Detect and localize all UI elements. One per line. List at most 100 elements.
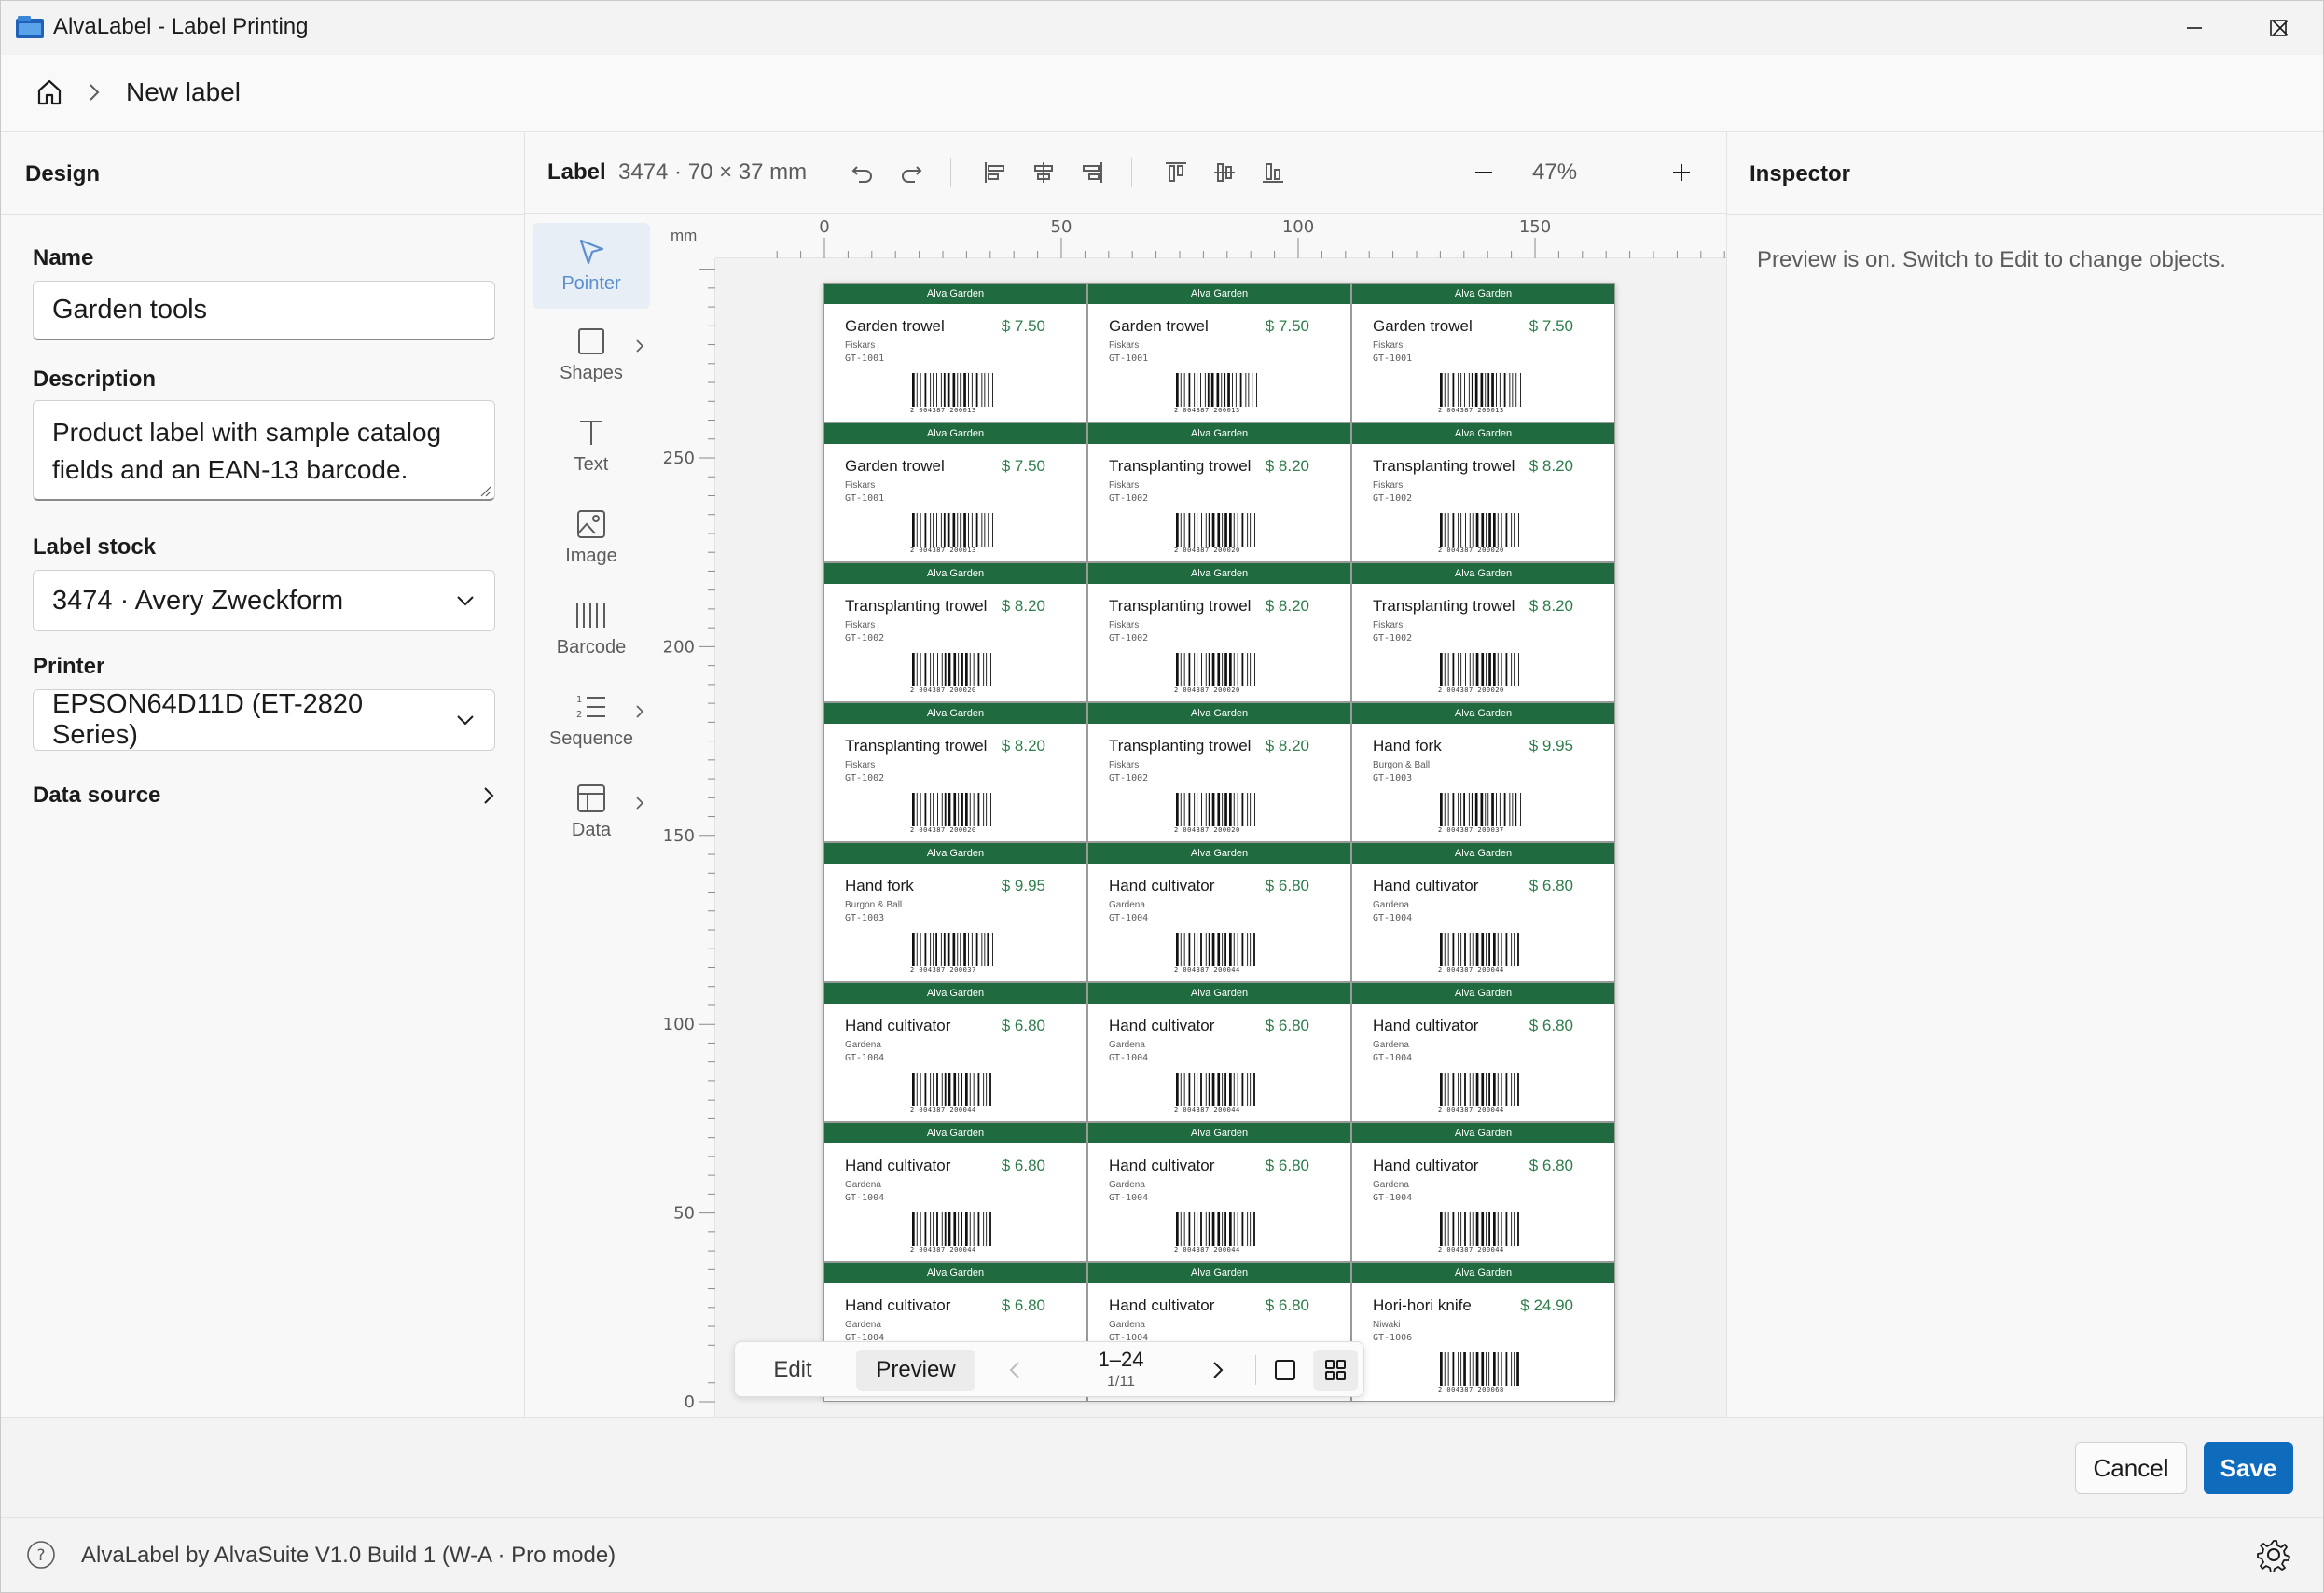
label-card[interactable]: Alva Garden Transplanting trowel $ 8.20 Fis… — [1087, 422, 1351, 562]
label-card[interactable]: Alva Garden Hand cultivator $ 6.80 Gardena G… — [1087, 982, 1351, 1122]
label-brand-band: Alva Garden — [824, 563, 1086, 584]
label-price: $ 6.80 — [1265, 1157, 1309, 1174]
label-stock-select[interactable]: 3474 · Avery Zweckform — [33, 570, 495, 631]
description-input[interactable]: Product label with sample catalog fields… — [33, 400, 495, 501]
label-sheet[interactable]: Alva Garden Garden trowel $ 7.50 Fiskars GT-… — [823, 283, 1615, 1402]
label-brand: Gardena — [1373, 1180, 1409, 1190]
label-card[interactable]: Alva Garden Hand cultivator $ 6.80 Gardena G… — [1351, 982, 1615, 1122]
align-top-button[interactable] — [1159, 156, 1193, 189]
label-product-name: Hand cultivator — [845, 1017, 951, 1034]
label-price: $ 6.80 — [1001, 1157, 1045, 1174]
label-price: $ 8.20 — [1001, 597, 1045, 615]
label-brand-band: Alva Garden — [824, 1263, 1086, 1283]
edit-button[interactable]: Edit — [744, 1350, 841, 1391]
align-center-button[interactable] — [1027, 156, 1060, 189]
label-sku: GT-1002 — [845, 773, 885, 783]
label-card[interactable]: Alva Garden Hand cultivator $ 6.80 Gardena G… — [1087, 1122, 1351, 1262]
align-left-button[interactable] — [978, 156, 1012, 189]
label-card[interactable]: Alva Garden Transplanting trowel $ 8.20 Fis… — [823, 562, 1087, 702]
label-card[interactable]: Alva Garden Hand cultivator $ 6.80 Gardena G… — [1351, 1122, 1615, 1262]
label-brand-band: Alva Garden — [1352, 843, 1614, 864]
dialog-footer: Cancel Save — [1, 1417, 2323, 1517]
label-card[interactable]: Alva Garden Transplanting trowel $ 8.20 Fis… — [1351, 562, 1615, 702]
help-icon[interactable]: ? — [25, 1539, 57, 1571]
label-product-name: Transplanting trowel — [1109, 457, 1252, 475]
undo-button[interactable] — [846, 156, 879, 189]
barcode-graphic — [910, 373, 996, 407]
barcode-graphic — [910, 1212, 996, 1246]
barcode-number: 2 004387 200020 — [910, 686, 976, 694]
label-card[interactable]: Alva Garden Transplanting trowel $ 8.20 Fis… — [1087, 562, 1351, 702]
numbered-list-icon: 12 — [576, 695, 605, 720]
label-card[interactable]: Alva Garden Hori-hori knife $ 24.90 Niwaki G… — [1351, 1262, 1615, 1402]
redo-button[interactable] — [894, 156, 928, 189]
label-brand-band: Alva Garden — [1088, 284, 1350, 304]
tool-shapes[interactable]: Shapes — [533, 312, 650, 398]
label-product-name: Garden trowel — [1373, 317, 1473, 335]
zoom-in-button[interactable] — [1665, 156, 1698, 189]
label-card[interactable]: Alva Garden Garden trowel $ 7.50 Fiskars GT-… — [823, 422, 1087, 562]
barcode-icon — [912, 1073, 991, 1106]
label-stock-value: 3474 · Avery Zweckform — [52, 585, 344, 616]
align-bottom-button[interactable] — [1256, 156, 1290, 189]
label-header: Label — [547, 159, 606, 185]
barcode-number: 2 004387 200013 — [1174, 407, 1240, 414]
label-card[interactable]: Alva Garden Transplanting trowel $ 8.20 Fis… — [1351, 422, 1615, 562]
ruler-tick-label: 150 — [663, 826, 695, 846]
label-price: $ 6.80 — [1001, 1017, 1045, 1034]
ruler-tick-label: 150 — [1519, 217, 1551, 237]
printer-select[interactable]: EPSON64D11D (ET-2820 Series) — [33, 689, 495, 751]
gear-icon[interactable] — [2256, 1537, 2291, 1572]
next-page-button[interactable] — [1197, 1350, 1238, 1391]
label-card[interactable]: Alva Garden Garden trowel $ 7.50 Fiskars GT-… — [1087, 283, 1351, 422]
barcode-icon — [912, 373, 993, 407]
label-card[interactable]: Alva Garden Hand cultivator $ 6.80 Gardena G… — [1351, 842, 1615, 982]
label-card[interactable]: Alva Garden Hand fork $ 9.95 Burgon & Ball G… — [1351, 702, 1615, 842]
cancel-button[interactable]: Cancel — [2075, 1442, 2187, 1494]
label-card[interactable]: Alva Garden Hand cultivator $ 6.80 Gardena G… — [823, 982, 1087, 1122]
preview-button[interactable]: Preview — [856, 1350, 975, 1391]
label-card[interactable]: Alva Garden Garden trowel $ 7.50 Fiskars GT-… — [823, 283, 1087, 422]
close-button[interactable] — [2237, 1, 2323, 55]
ruler-tick-label: 200 — [663, 637, 695, 657]
label-price: $ 7.50 — [1001, 317, 1045, 335]
label-dimensions: 3474 · 70 × 37 mm — [618, 159, 808, 185]
barcode-icon — [1176, 793, 1255, 826]
tool-pointer[interactable]: Pointer — [533, 223, 650, 309]
data-source-row[interactable]: Data source — [33, 777, 495, 814]
label-price: $ 9.95 — [1529, 737, 1573, 755]
single-view-button[interactable] — [1265, 1350, 1306, 1391]
label-sku: GT-1004 — [1109, 1053, 1149, 1063]
save-button[interactable]: Save — [2204, 1442, 2293, 1494]
previous-page-button[interactable] — [994, 1350, 1035, 1391]
grid-view-button[interactable] — [1313, 1350, 1358, 1391]
label-sku: GT-1004 — [1373, 1193, 1413, 1203]
tool-data[interactable]: Data — [533, 769, 650, 855]
label-card[interactable]: Alva Garden Transplanting trowel $ 8.20 Fis… — [823, 702, 1087, 842]
label-price: $ 6.80 — [1529, 1017, 1573, 1034]
resize-grip-icon[interactable] — [478, 484, 491, 497]
zoom-out-button[interactable] — [1467, 156, 1501, 189]
barcode-icon — [1176, 1073, 1255, 1106]
label-card[interactable]: Alva Garden Transplanting trowel $ 8.20 Fis… — [1087, 702, 1351, 842]
tool-text[interactable]: Text — [533, 404, 650, 490]
name-input[interactable]: Garden tools — [33, 281, 495, 340]
label-card[interactable]: Alva Garden Garden trowel $ 7.50 Fiskars GT-… — [1351, 283, 1615, 422]
align-right-button[interactable] — [1075, 156, 1109, 189]
label-card[interactable]: Alva Garden Hand cultivator $ 6.80 Gardena G… — [1087, 842, 1351, 982]
label-card[interactable]: Alva Garden Hand cultivator $ 6.80 Gardena G… — [823, 1122, 1087, 1262]
toolbar-divider — [950, 158, 951, 187]
minimize-button[interactable] — [2151, 1, 2237, 55]
barcode-icon — [1440, 513, 1519, 547]
app-icon — [16, 16, 44, 38]
home-icon[interactable] — [35, 77, 64, 107]
label-card[interactable]: Alva Garden Hand fork $ 9.95 Burgon & Ball G… — [823, 842, 1087, 982]
align-middle-button[interactable] — [1208, 156, 1241, 189]
barcode-icon — [1440, 793, 1521, 826]
label-product-name: Hand fork — [1373, 737, 1442, 755]
tool-barcode[interactable]: Barcode — [533, 587, 650, 672]
label-sku: GT-1001 — [845, 353, 885, 364]
tool-image[interactable]: Image — [533, 495, 650, 581]
tool-sequence[interactable]: 12 Sequence — [533, 678, 650, 764]
label-brand: Gardena — [1373, 900, 1409, 910]
